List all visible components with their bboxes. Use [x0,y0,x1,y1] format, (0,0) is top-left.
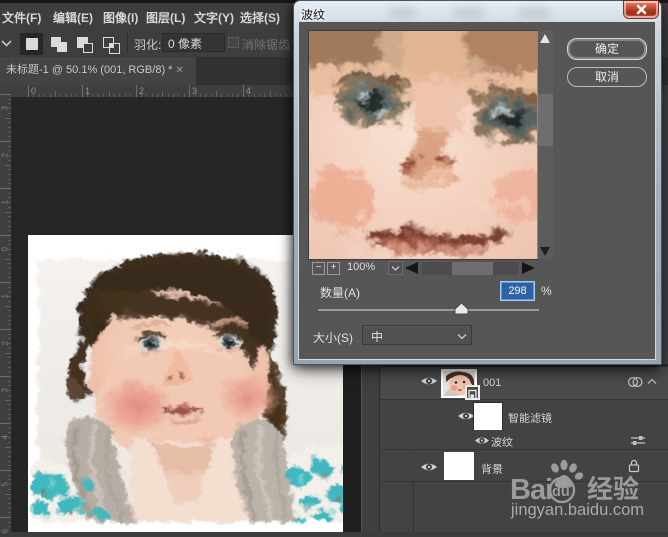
svg-text:du: du [552,484,570,500]
svg-text:jingyan.baidu.com: jingyan.baidu.com [510,501,644,519]
